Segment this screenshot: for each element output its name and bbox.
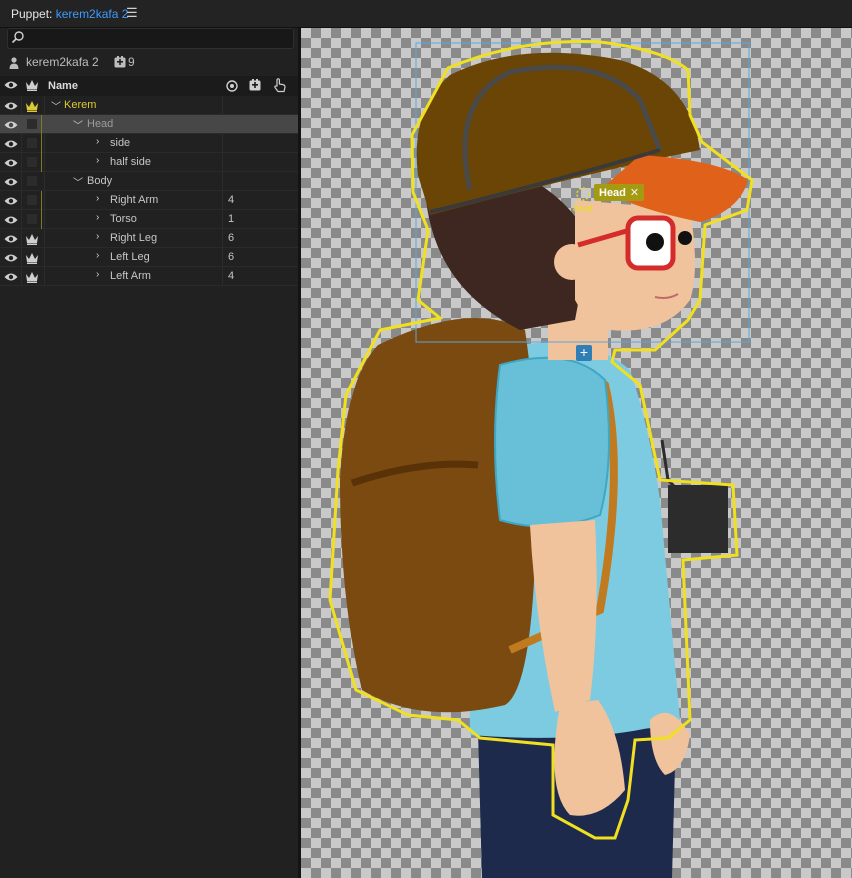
expand-chevron-right-icon[interactable]: › — [96, 193, 99, 204]
search-icon — [11, 31, 24, 44]
handles-column-icon — [249, 79, 261, 91]
hierarchy-line — [41, 153, 42, 172]
layer-row-side[interactable]: › side — [0, 134, 298, 153]
hierarchy-line — [41, 115, 42, 134]
expand-chevron-right-icon[interactable]: › — [96, 250, 99, 261]
visibility-eye-icon[interactable] — [4, 158, 18, 168]
crown-icon[interactable] — [25, 252, 39, 264]
expand-chevron-right-icon[interactable]: › — [96, 155, 99, 166]
layer-label: Kerem — [64, 99, 97, 111]
puppet-info: kerem2kafa 2 9 — [0, 54, 298, 72]
layer-label: side — [110, 137, 131, 149]
layer-label: Left Arm — [110, 270, 151, 282]
layer-row-left-arm[interactable]: › Left Arm 4 — [0, 267, 298, 286]
layer-row-left-leg[interactable]: › Left Leg 6 — [0, 248, 298, 267]
visibility-eye-icon[interactable] — [4, 253, 18, 263]
expand-chevron-down-icon[interactable]: ﹀ — [73, 117, 83, 132]
layer-row-right-leg[interactable]: › Right Leg 6 — [0, 229, 298, 248]
puppet-canvas[interactable] — [301, 28, 852, 878]
panel-title: Puppet: kerem2kafa 2 — [11, 7, 128, 21]
layer-row-half-side[interactable]: › half side — [0, 153, 298, 172]
expand-chevron-right-icon[interactable]: › — [96, 269, 99, 280]
expand-chevron-right-icon[interactable]: › — [96, 136, 99, 147]
head-handle-label: Head — [573, 204, 593, 213]
close-icon[interactable]: ✕ — [630, 186, 639, 199]
puppet-name-link[interactable]: kerem2kafa 2 — [56, 7, 129, 21]
user-icon — [9, 57, 19, 69]
crown-toggle[interactable] — [27, 214, 37, 224]
handle-count: 1 — [228, 213, 235, 225]
layer-label: Head — [87, 118, 114, 130]
expand-chevron-down-icon[interactable]: ﹀ — [51, 98, 61, 113]
crown-column-icon — [26, 80, 38, 91]
crown-icon[interactable] — [25, 271, 39, 283]
origin-column-icon — [226, 80, 238, 92]
expand-chevron-down-icon[interactable]: ﹀ — [73, 174, 83, 189]
character-sleeve — [494, 356, 610, 528]
hierarchy-line — [41, 191, 42, 210]
layer-row-body[interactable]: ﹀ Body — [0, 172, 298, 191]
visibility-eye-icon[interactable] — [4, 101, 18, 111]
handle-count: 4 — [228, 270, 235, 282]
layer-label: Right Arm — [110, 194, 159, 206]
head-tag-label: Head — [599, 186, 626, 199]
panel-titlebar: Puppet: kerem2kafa 2 ☰ — [0, 0, 852, 28]
puppet-name: kerem2kafa 2 — [26, 55, 99, 69]
handle-count: 4 — [228, 194, 235, 206]
crown-toggle[interactable] — [27, 176, 37, 186]
handle-count: 6 — [228, 251, 235, 263]
head-handle-icon[interactable] — [576, 187, 590, 201]
search-input[interactable] — [7, 28, 294, 49]
layer-list: ﹀ Kerem ﹀ Head › side › half side ﹀ Body… — [0, 96, 298, 286]
crown-toggle[interactable] — [27, 195, 37, 205]
crown-icon[interactable] — [25, 233, 39, 245]
layer-row-right-arm[interactable]: › Right Arm 4 — [0, 191, 298, 210]
visibility-eye-icon[interactable] — [4, 177, 18, 187]
hierarchy-line — [41, 210, 42, 229]
character-eye — [678, 231, 692, 245]
visibility-eye-icon[interactable] — [4, 215, 18, 225]
crown-icon[interactable] — [25, 100, 39, 112]
handle-count: 6 — [228, 232, 235, 244]
panel-label: Puppet: — [11, 7, 53, 21]
visibility-eye-icon[interactable] — [4, 139, 18, 149]
name-column-header[interactable]: Name — [48, 80, 78, 92]
character-eye — [646, 233, 664, 251]
layer-label: Left Leg — [110, 251, 150, 263]
visibility-eye-icon[interactable] — [4, 234, 18, 244]
crown-toggle[interactable] — [27, 157, 37, 167]
expand-chevron-right-icon[interactable]: › — [96, 231, 99, 242]
layer-row-head[interactable]: ﹀ Head — [0, 115, 298, 134]
add-handle-button[interactable]: + — [576, 345, 592, 361]
crown-toggle[interactable] — [27, 138, 37, 148]
character-illustration — [328, 40, 754, 878]
layer-row-torso[interactable]: › Torso 1 — [0, 210, 298, 229]
puppet-panel: kerem2kafa 2 9 Name ﹀ Kerem ﹀ Head › sid… — [0, 28, 298, 878]
character-camera — [668, 485, 728, 553]
hamburger-menu-icon[interactable]: ☰ — [126, 5, 138, 21]
character-ear — [554, 244, 590, 280]
layer-label: half side — [110, 156, 151, 168]
hand-column-icon — [274, 78, 286, 93]
visibility-eye-icon[interactable] — [4, 272, 18, 282]
layers-header: Name — [0, 76, 298, 96]
visibility-eye-icon[interactable] — [4, 120, 18, 130]
crown-toggle[interactable] — [27, 119, 37, 129]
layer-row-kerem[interactable]: ﹀ Kerem — [0, 96, 298, 115]
visibility-column-eye-icon — [4, 81, 18, 89]
layer-label: Torso — [110, 213, 137, 225]
hierarchy-line — [41, 134, 42, 153]
handle-count-icon — [114, 56, 126, 68]
expand-chevron-right-icon[interactable]: › — [96, 212, 99, 223]
layer-label: Right Leg — [110, 232, 158, 244]
visibility-eye-icon[interactable] — [4, 196, 18, 206]
handle-count: 9 — [128, 55, 135, 69]
layer-label: Body — [87, 175, 113, 187]
head-tag[interactable]: Head ✕ — [594, 184, 645, 201]
